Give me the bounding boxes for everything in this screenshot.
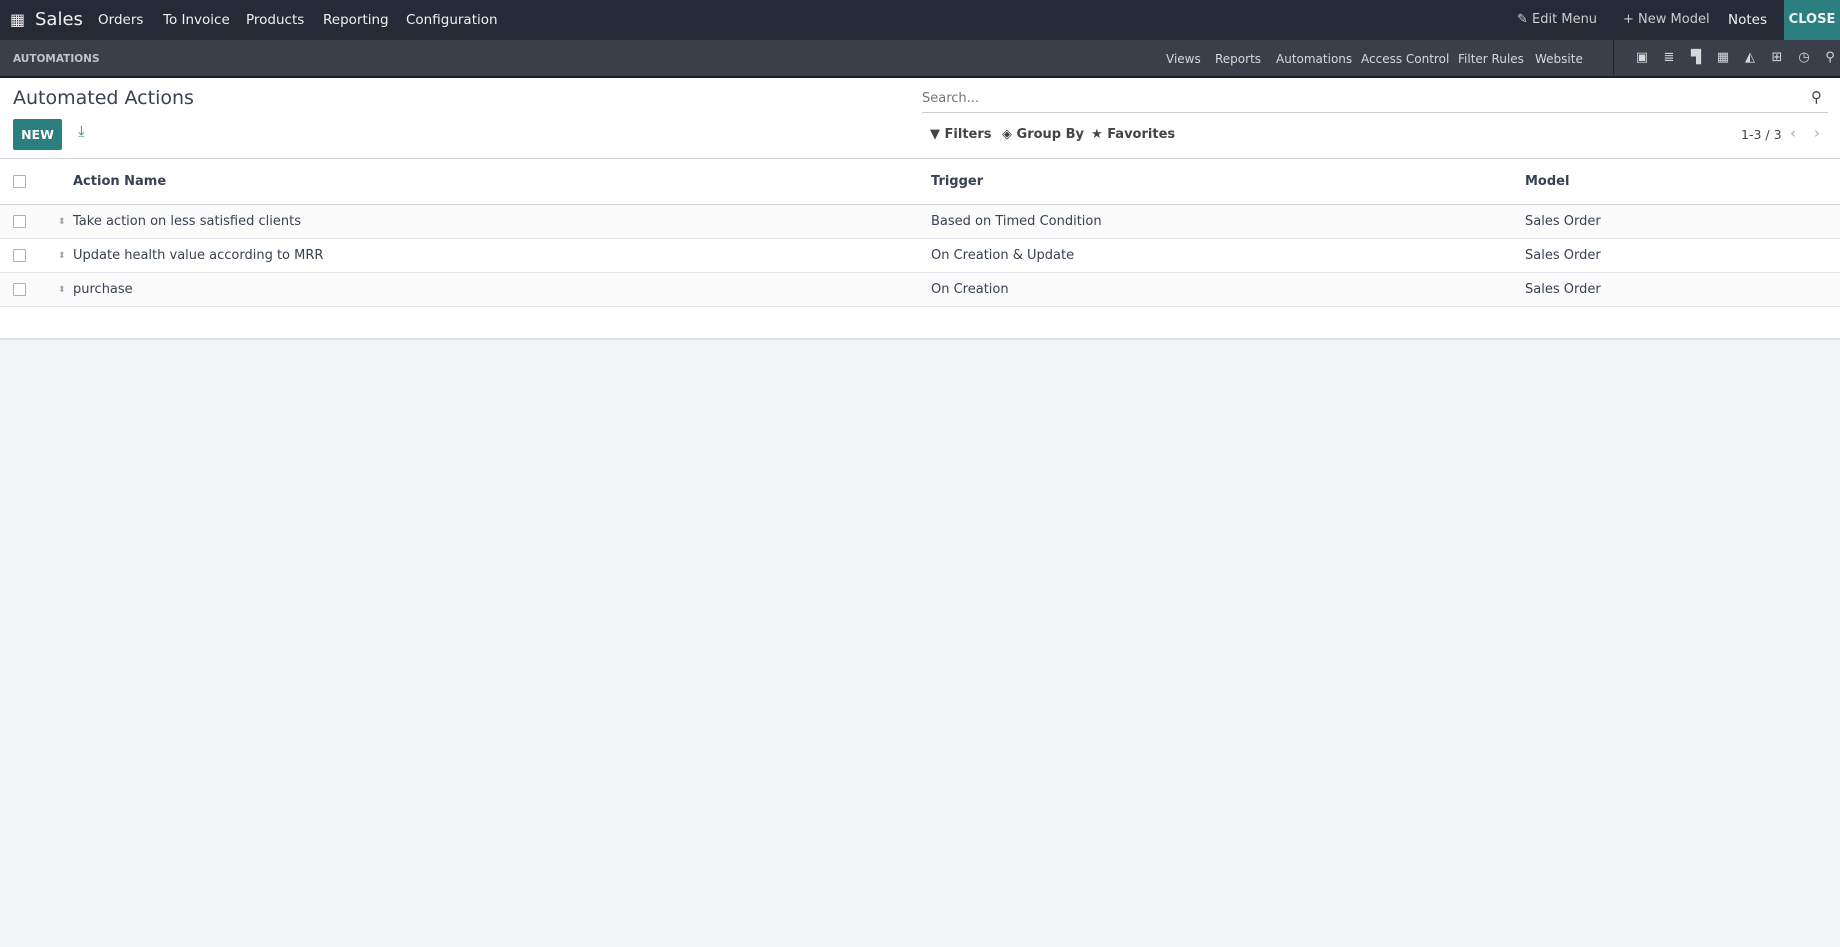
table-row[interactable]: ⬍ purchase On Creation Sales Order — [0, 273, 1840, 307]
row-checkbox[interactable] — [13, 215, 26, 228]
notes-button[interactable]: Notes — [1728, 0, 1767, 40]
filters-button[interactable]: ▼ Filters — [930, 127, 992, 142]
action-name-cell: purchase — [73, 282, 133, 297]
apps-grid-icon[interactable]: ▦ — [10, 0, 25, 40]
drag-handle-icon[interactable]: ⬍ — [58, 273, 66, 307]
column-action-name[interactable]: Action Name — [73, 159, 166, 205]
previous-page-icon[interactable]: ‹ — [1790, 124, 1796, 142]
action-name-cell: Update health value according to MRR — [73, 248, 324, 263]
group-by-button[interactable]: ◈ Group By — [1002, 127, 1084, 142]
download-icon[interactable]: ⤓ — [78, 122, 85, 140]
model-cell: Sales Order — [1525, 282, 1601, 297]
model-cell: Sales Order — [1525, 214, 1601, 229]
row-checkbox[interactable] — [13, 283, 26, 296]
pencil-icon: ✎ — [1517, 12, 1528, 27]
studio-bar: AUTOMATIONS Views Reports Automations Ac… — [0, 40, 1840, 78]
app-name[interactable]: Sales — [35, 0, 83, 40]
next-page-icon[interactable]: › — [1814, 124, 1820, 142]
tab-access-control[interactable]: Access Control — [1361, 40, 1449, 78]
pivot-view-icon[interactable]: ⊞ — [1769, 50, 1785, 66]
close-studio-button[interactable]: CLOSE — [1784, 0, 1840, 40]
trigger-cell: On Creation — [931, 282, 1009, 297]
tab-reports[interactable]: Reports — [1215, 40, 1261, 78]
graph-view-icon[interactable]: ◭ — [1742, 50, 1758, 66]
edit-menu-button[interactable]: ✎ Edit Menu — [1517, 0, 1597, 40]
pager-value[interactable]: 1-3 / 3 — [1741, 127, 1782, 142]
calendar-view-icon[interactable]: ▦ — [1715, 50, 1731, 66]
select-all-checkbox[interactable] — [13, 175, 26, 188]
kanban-view-icon[interactable]: ▜ — [1688, 50, 1704, 66]
trigger-cell: Based on Timed Condition — [931, 214, 1102, 229]
menu-products[interactable]: Products — [246, 0, 304, 40]
tab-views[interactable]: Views — [1166, 40, 1201, 78]
tab-filter-rules[interactable]: Filter Rules — [1458, 40, 1524, 78]
trigger-cell: On Creation & Update — [931, 248, 1075, 263]
table-row[interactable]: ⬍ Update health value according to MRR O… — [0, 239, 1840, 273]
plus-icon: + — [1623, 12, 1634, 27]
menu-to-invoice[interactable]: To Invoice — [163, 0, 230, 40]
action-name-cell: Take action on less satisfied clients — [73, 214, 301, 229]
divider — [1613, 40, 1614, 78]
list-view-icon[interactable]: ≣ — [1661, 50, 1677, 66]
studio-title: AUTOMATIONS — [13, 53, 100, 65]
new-button[interactable]: NEW — [13, 119, 62, 150]
new-model-button[interactable]: + New Model — [1623, 0, 1710, 40]
top-navbar: ▦ Sales Orders To Invoice Products Repor… — [0, 0, 1840, 40]
table-row[interactable]: ⬍ Take action on less satisfied clients … — [0, 205, 1840, 239]
tab-website[interactable]: Website — [1535, 40, 1583, 78]
model-cell: Sales Order — [1525, 248, 1601, 263]
list-panel: Automated Actions NEW ⤓ ⚲ ▼ Filters ◈ Gr… — [0, 78, 1840, 340]
activity-view-icon[interactable]: ◷ — [1796, 50, 1812, 66]
drag-handle-icon[interactable]: ⬍ — [58, 205, 66, 239]
column-trigger[interactable]: Trigger — [931, 159, 983, 205]
drag-handle-icon[interactable]: ⬍ — [58, 239, 66, 273]
page-title: Automated Actions — [13, 87, 194, 109]
tab-automations[interactable]: Automations — [1276, 40, 1352, 78]
column-model[interactable]: Model — [1525, 159, 1569, 205]
form-view-icon[interactable]: ▣ — [1634, 50, 1650, 66]
search-view-icon[interactable]: ⚲ — [1822, 50, 1838, 66]
menu-reporting[interactable]: Reporting — [323, 0, 389, 40]
search-icon[interactable]: ⚲ — [1811, 88, 1822, 106]
row-checkbox[interactable] — [13, 249, 26, 262]
menu-orders[interactable]: Orders — [98, 0, 143, 40]
favorites-button[interactable]: ★ Favorites — [1091, 127, 1175, 142]
table-header: Action Name Trigger Model — [0, 159, 1840, 205]
search-input[interactable] — [922, 85, 1828, 113]
menu-configuration[interactable]: Configuration — [406, 0, 498, 40]
